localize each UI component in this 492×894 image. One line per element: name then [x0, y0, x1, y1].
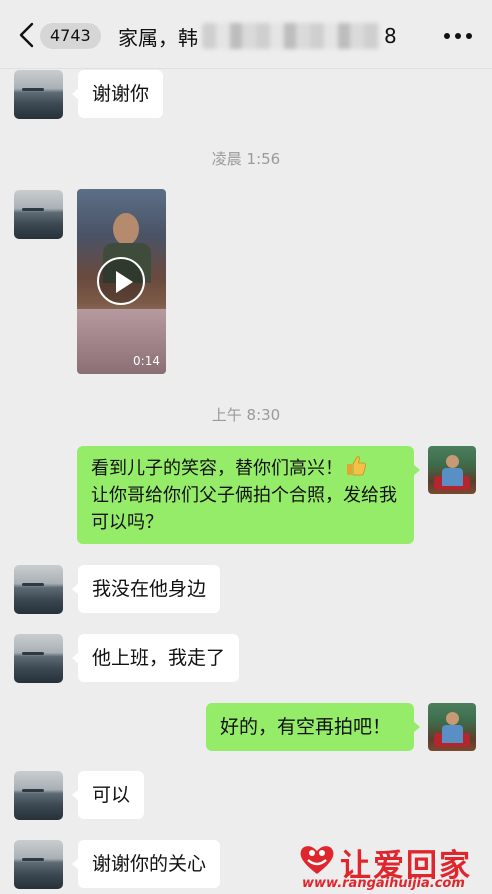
redacted-name — [202, 23, 380, 49]
site-watermark: 让爱回家 www.rangaihuijia.com — [294, 838, 484, 894]
contact-avatar[interactable] — [14, 634, 63, 683]
contact-avatar[interactable] — [14, 771, 63, 820]
message-incoming[interactable]: 他上班，我走了 — [71, 634, 240, 682]
chat-header: 4743 家属，韩 8 — [0, 0, 492, 69]
contact-avatar[interactable] — [14, 840, 63, 889]
contact-avatar[interactable] — [14, 70, 63, 119]
thumbs-up-icon — [347, 456, 366, 476]
video-thumbnail-face — [113, 213, 139, 245]
play-icon[interactable] — [97, 257, 145, 305]
video-duration: 0:14 — [133, 354, 160, 368]
chat-title-prefix: 家属，韩 — [118, 25, 198, 50]
chat-title-suffix: 8 — [384, 24, 397, 48]
message-text-line2: 让你哥给你们父子俩拍个合照，发给我可以吗？ — [91, 485, 397, 533]
message-incoming[interactable]: 谢谢你 — [71, 70, 164, 118]
my-avatar[interactable] — [428, 446, 476, 494]
unread-count-badge[interactable]: 4743 — [40, 23, 101, 49]
chevron-left-icon[interactable] — [14, 20, 40, 50]
contact-avatar[interactable] — [14, 565, 63, 614]
video-message[interactable]: 0:14 — [77, 189, 166, 374]
chat-title: 家属，韩 8 — [118, 20, 397, 52]
more-dots-icon[interactable] — [444, 33, 472, 41]
timestamp: 上午 8:30 — [211, 406, 281, 424]
heart-logo-icon — [300, 846, 334, 874]
watermark-url: www.rangaihuijia.com — [302, 876, 465, 891]
timestamp: 凌晨 1:56 — [211, 150, 281, 168]
message-incoming[interactable]: 谢谢你的关心 — [71, 840, 221, 888]
message-text-line1: 看到儿子的笑容，替你们高兴！ — [91, 458, 343, 479]
message-incoming[interactable]: 可以 — [71, 771, 145, 819]
my-avatar[interactable] — [428, 703, 476, 751]
contact-avatar[interactable] — [14, 190, 63, 239]
message-outgoing[interactable]: 看到儿子的笑容，替你们高兴！ 让你哥给你们父子俩拍个合照，发给我可以吗？ — [77, 446, 420, 544]
message-outgoing[interactable]: 好的，有空再拍吧！ — [206, 703, 420, 751]
message-incoming[interactable]: 我没在他身边 — [71, 565, 221, 613]
